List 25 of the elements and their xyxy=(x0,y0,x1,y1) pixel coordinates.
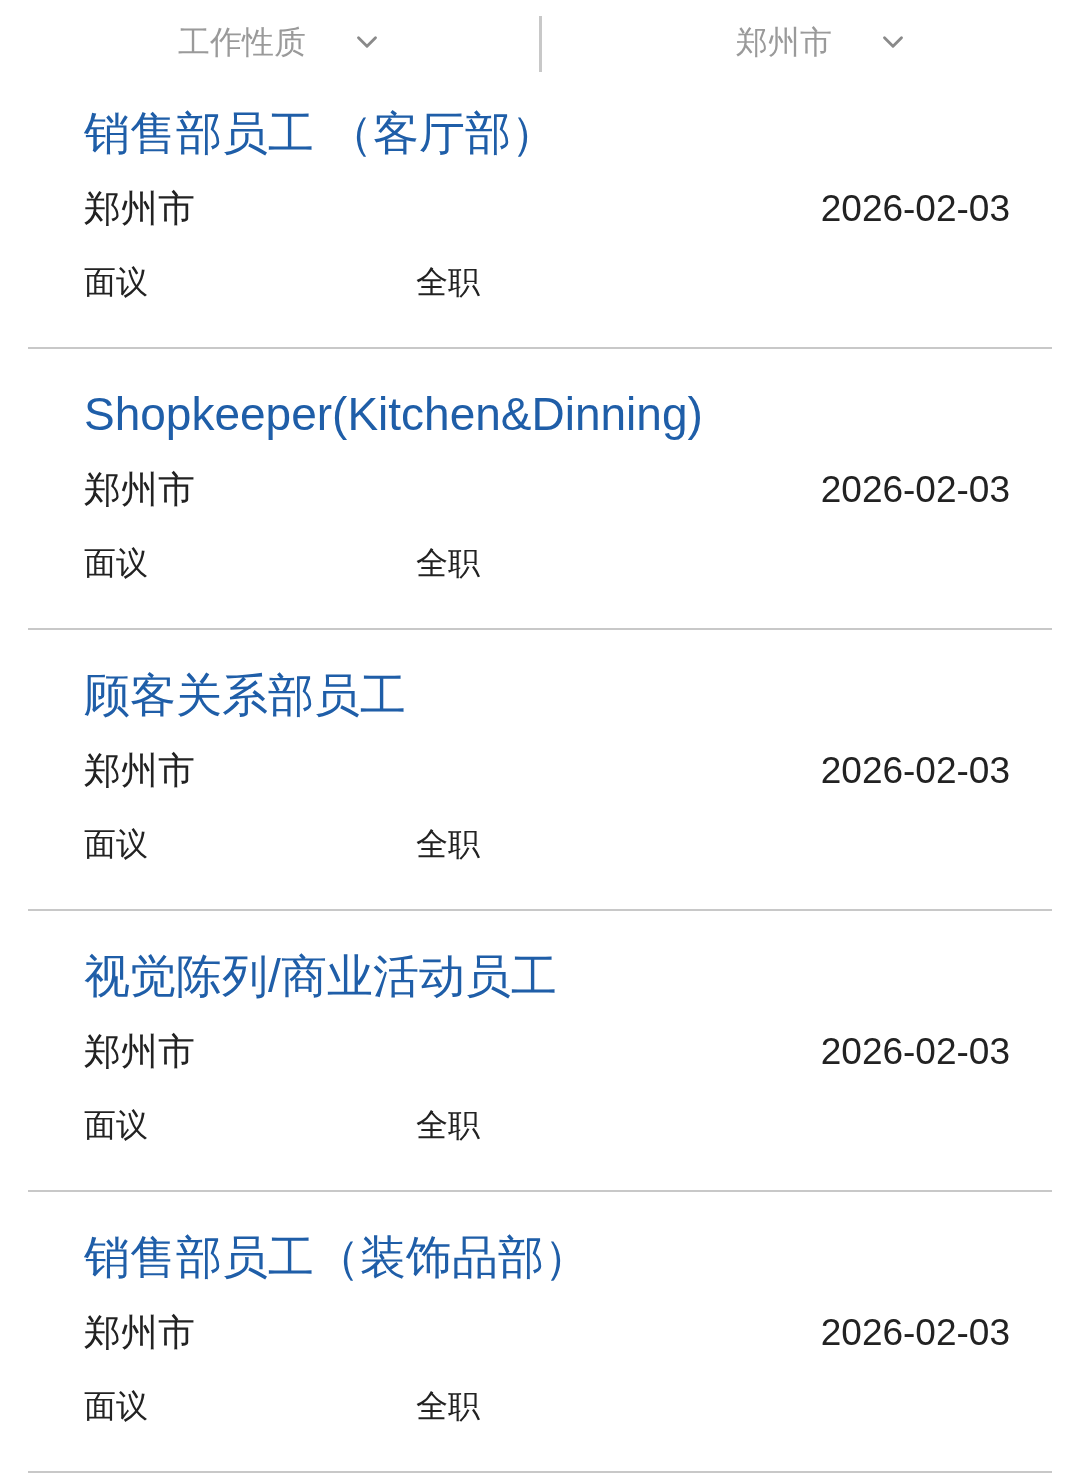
post-date: 2026-02-03 xyxy=(820,468,1010,513)
job-city: 郑州市 xyxy=(84,1311,195,1356)
salary-label: 面议 xyxy=(84,544,149,583)
post-date: 2026-02-03 xyxy=(820,187,1010,232)
job-title[interactable]: 销售部员工 （客厅部） xyxy=(84,98,1010,168)
job-title[interactable]: 顾客关系部员工 xyxy=(84,660,1010,730)
job-type-label: 全职 xyxy=(416,1387,480,1426)
salary-label: 面议 xyxy=(84,1387,149,1426)
post-date: 2026-02-03 xyxy=(820,1311,1010,1356)
job-type-label: 全职 xyxy=(416,1106,480,1145)
salary-label: 面议 xyxy=(84,1106,149,1145)
post-date: 2026-02-03 xyxy=(820,749,1010,794)
job-title[interactable]: 销售部员工（装饰品部） xyxy=(84,1222,1010,1292)
job-type-label: 全职 xyxy=(416,825,480,864)
salary-label: 面议 xyxy=(84,263,149,302)
job-city: 郑州市 xyxy=(84,187,195,232)
post-date: 2026-02-03 xyxy=(820,1030,1010,1075)
job-title[interactable]: 视觉陈列/商业活动员工 xyxy=(84,941,1010,1011)
job-city: 郑州市 xyxy=(84,749,195,794)
salary-label: 面议 xyxy=(84,825,149,864)
job-city: 郑州市 xyxy=(84,1030,195,1075)
job-type-label: 全职 xyxy=(416,544,480,583)
job-city: 郑州市 xyxy=(84,468,195,513)
job-title[interactable]: Shopkeeper(Kitchen&Dinning) xyxy=(84,379,1010,449)
job-type-label: 全职 xyxy=(416,263,480,302)
